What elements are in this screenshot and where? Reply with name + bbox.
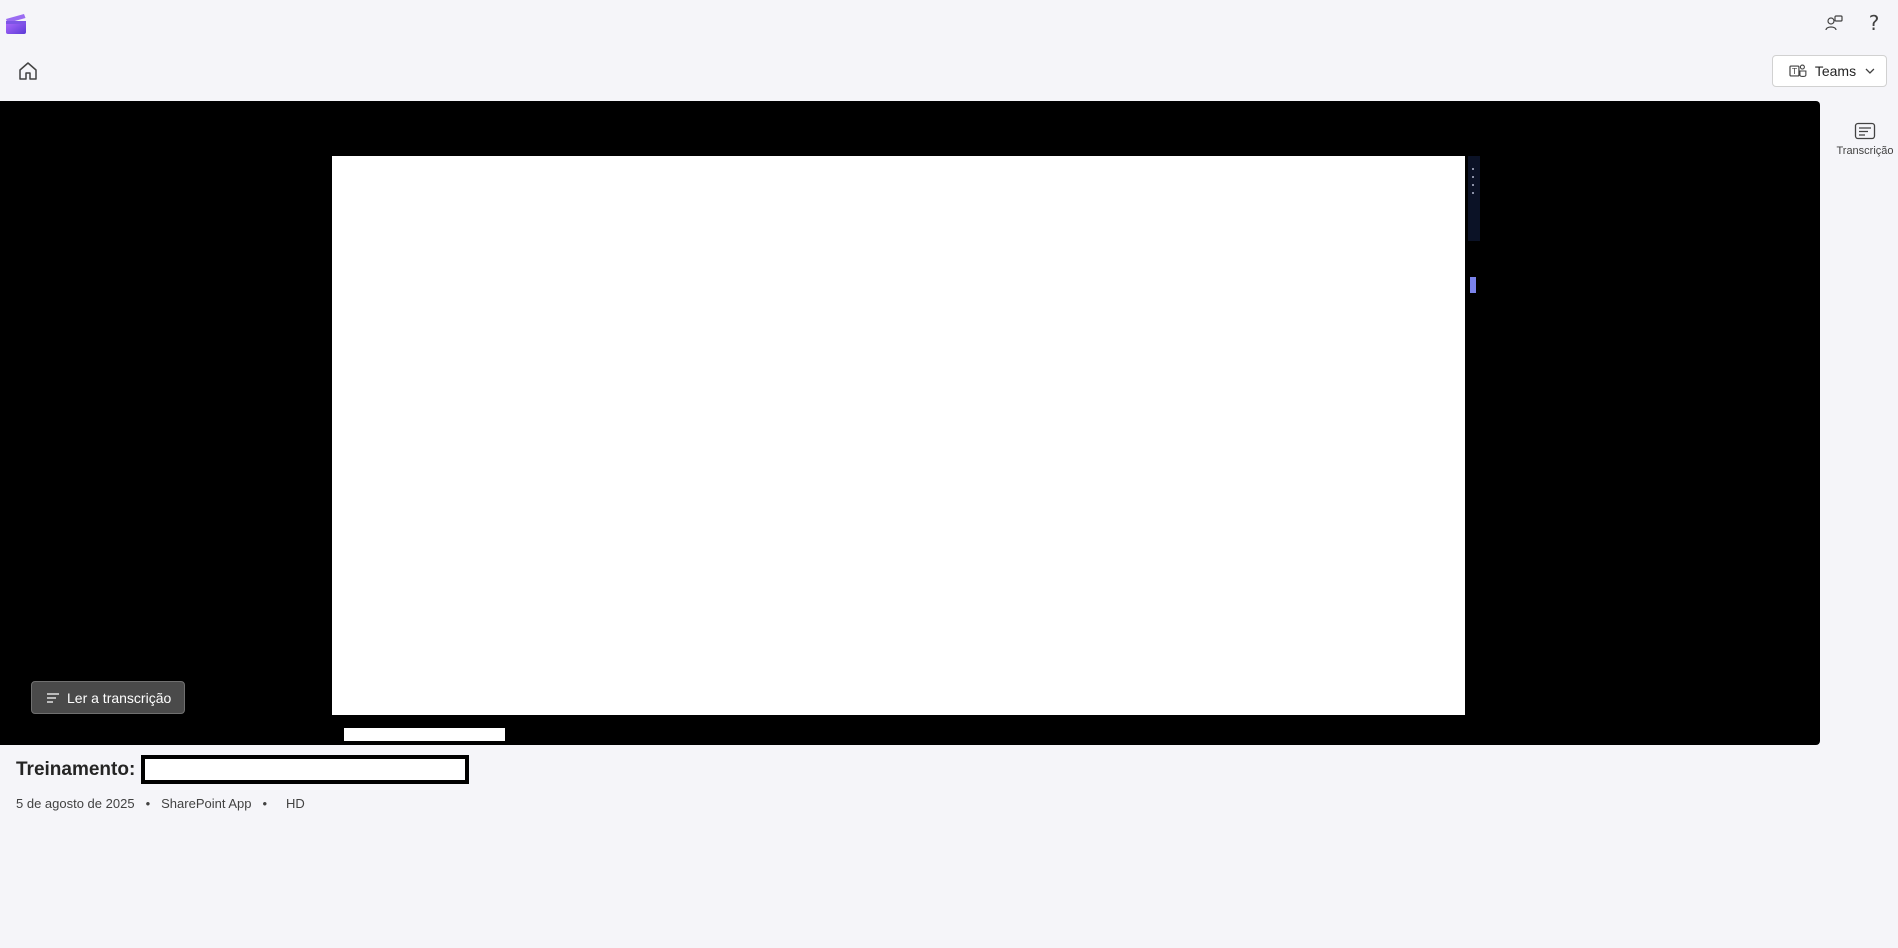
transcript-panel-button[interactable]: Transcrição — [1836, 122, 1894, 157]
svg-text:T: T — [1791, 67, 1797, 76]
video-side-strip — [1468, 156, 1480, 241]
teams-icon: T — [1789, 64, 1807, 78]
app-logo-icon — [4, 12, 28, 36]
video-meta-row: 5 de agosto de 2025 • SharePoint App • H… — [16, 796, 305, 811]
video-accent-mark — [1470, 277, 1476, 293]
teams-dropdown-label: Teams — [1814, 63, 1857, 79]
chevron-down-icon — [1865, 68, 1875, 74]
home-icon — [19, 62, 37, 80]
video-title-redacted — [141, 755, 470, 784]
video-quality: HD — [286, 796, 305, 811]
help-icon[interactable]: ? — [1858, 10, 1890, 36]
video-title-row: Treinamento: — [16, 755, 470, 784]
video-player[interactable]: Ler a transcrição — [0, 101, 1820, 745]
video-caption-bar — [344, 728, 505, 741]
help-glyph: ? — [1868, 11, 1880, 35]
read-transcript-button[interactable]: Ler a transcrição — [31, 681, 186, 714]
meta-separator: • — [262, 796, 268, 811]
video-source: SharePoint App — [161, 796, 252, 811]
transcript-panel-label: Transcrição — [1836, 145, 1894, 157]
transcript-lines-icon — [47, 692, 59, 703]
teams-dropdown[interactable]: T Teams — [1772, 55, 1887, 87]
home-button[interactable] — [14, 58, 42, 84]
meta-separator: • — [145, 796, 151, 811]
video-date: 5 de agosto de 2025 — [16, 796, 135, 811]
share-people-icon[interactable] — [1818, 10, 1850, 36]
video-title-prefix: Treinamento: — [16, 758, 136, 780]
video-frame — [332, 156, 1465, 715]
top-right-toolbar: ? — [1818, 10, 1898, 36]
transcript-panel-icon — [1854, 122, 1876, 140]
read-transcript-label: Ler a transcrição — [67, 689, 172, 706]
